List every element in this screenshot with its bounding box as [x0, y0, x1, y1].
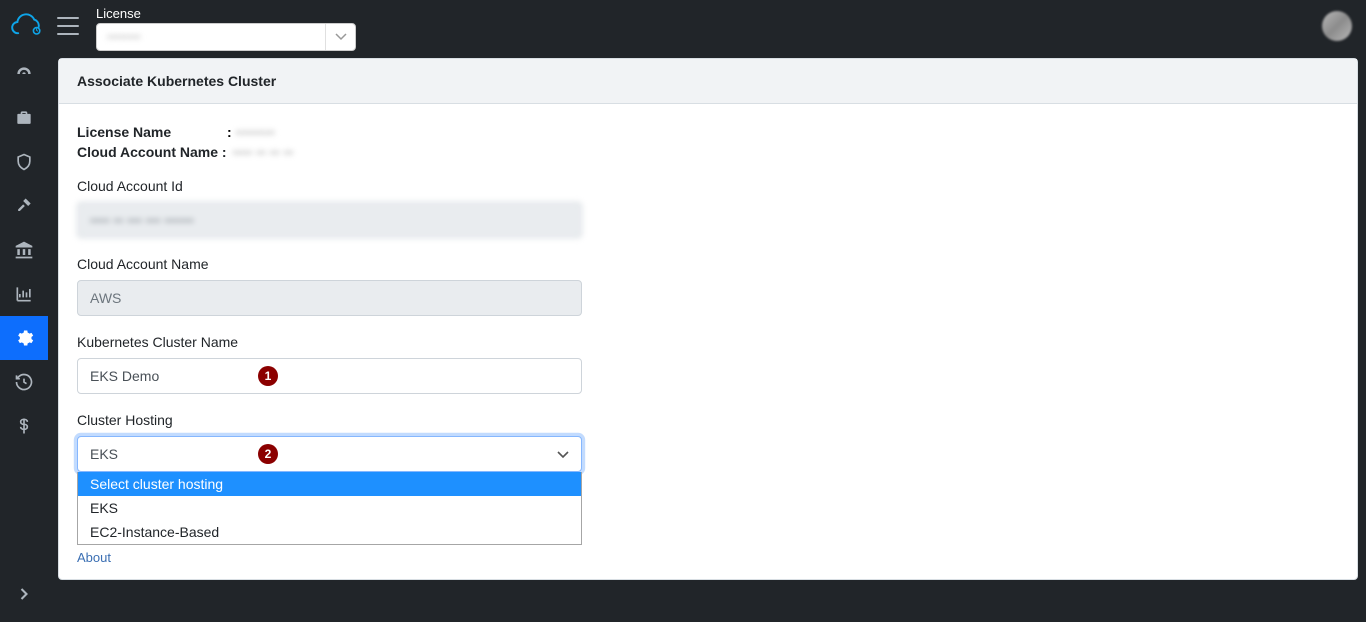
panel-body: License Name : •••••••• Cloud Account Na…	[59, 104, 1357, 492]
hosting-option-eks[interactable]: EKS	[78, 496, 581, 520]
chevron-down-icon	[557, 446, 569, 462]
cloud-account-id-label: Cloud Account Id	[77, 178, 1339, 194]
callout-2: 2	[258, 444, 278, 464]
hosting-option-placeholder[interactable]: Select cluster hosting	[78, 472, 581, 496]
cloud-account-name-label: Cloud Account Name	[77, 256, 1339, 272]
k8s-cluster-name-input[interactable]	[77, 358, 582, 394]
cloud-logo-icon[interactable]	[6, 5, 48, 47]
hosting-option-ec2[interactable]: EC2-Instance-Based	[78, 520, 581, 544]
callout-1: 1	[258, 366, 278, 386]
license-select[interactable]: ••••••••	[96, 23, 356, 51]
sidebar-item-briefcase[interactable]	[0, 96, 48, 140]
license-selector-group: License ••••••••	[96, 6, 356, 51]
avatar[interactable]	[1322, 11, 1352, 41]
sidebar-item-chart[interactable]	[0, 272, 48, 316]
cloud-account-value-redacted: •••• •• •• ••	[233, 144, 294, 160]
cluster-hosting-dropdown: Select cluster hosting EKS EC2-Instance-…	[77, 472, 582, 545]
sidebar-item-gavel[interactable]	[0, 184, 48, 228]
cluster-hosting-selected: EKS	[90, 446, 118, 462]
hamburger-icon[interactable]	[56, 14, 80, 38]
sidebar-item-dollar[interactable]	[0, 404, 48, 448]
k8s-cluster-name-label: Kubernetes Cluster Name	[77, 334, 1339, 350]
sidebar-expand-icon[interactable]	[0, 572, 48, 616]
cluster-hosting-label: Cluster Hosting	[77, 412, 1339, 428]
chevron-down-icon	[325, 24, 355, 50]
cloud-account-key: Cloud Account Name :	[77, 144, 227, 160]
sidebar-item-institution[interactable]	[0, 228, 48, 272]
license-label: License	[96, 6, 356, 21]
sidebar-item-shield[interactable]	[0, 140, 48, 184]
cloud-account-name-field	[77, 280, 582, 316]
license-name-key: License Name	[77, 124, 227, 140]
main-panel: Associate Kubernetes Cluster License Nam…	[58, 58, 1358, 580]
license-name-value-redacted: ••••••••	[236, 124, 275, 140]
sidebar-item-history[interactable]	[0, 360, 48, 404]
top-bar: License ••••••••	[0, 0, 1366, 52]
cloud-account-id-field	[77, 202, 582, 238]
sidebar	[0, 52, 48, 622]
panel-title: Associate Kubernetes Cluster	[59, 59, 1357, 104]
cluster-hosting-select[interactable]: EKS	[77, 436, 582, 472]
sidebar-item-dashboard[interactable]	[0, 52, 48, 96]
colon: :	[227, 124, 232, 140]
about-link[interactable]: About	[77, 550, 111, 565]
license-value-redacted: ••••••••	[97, 30, 325, 44]
sidebar-item-settings[interactable]	[0, 316, 48, 360]
